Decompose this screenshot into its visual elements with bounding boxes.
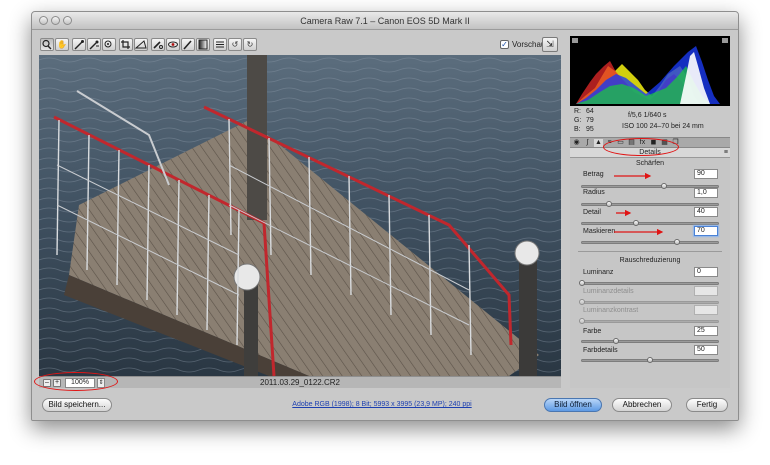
rgb-readout: R: G: B: 64 79 95 f/5,6 1/640 s ISO 100 … [570, 106, 730, 136]
red-eye-icon[interactable] [166, 38, 180, 51]
spot-removal-icon[interactable] [151, 38, 165, 51]
color-slider[interactable] [581, 338, 719, 344]
status-bar: – + 100% ⇕ 2011.03.29_0122.CR2 [39, 376, 561, 388]
tab-hsl-icon[interactable]: ≡ [605, 139, 614, 147]
slider-label: Luminanzdetails [583, 288, 634, 295]
radius-value-field[interactable]: 1,0 [694, 188, 718, 198]
detail-slider[interactable] [581, 220, 719, 226]
save-image-button[interactable]: Bild speichern... [42, 398, 112, 412]
slider-label: Farbdetails [583, 347, 618, 354]
detail-value-field[interactable]: 40 [694, 207, 718, 217]
panel-tabs: ◉ ∫ ▲ ≡ ▭ ▤ fx ◼ ▦ ❐ [570, 137, 730, 148]
masking-slider[interactable] [581, 239, 719, 245]
white-balance-icon[interactable] [72, 38, 86, 51]
slider-thumb[interactable] [647, 357, 653, 363]
graduated-filter-icon[interactable] [196, 38, 210, 51]
window-title: Camera Raw 7.1 – Canon EOS 5D Mark II [300, 16, 470, 26]
tab-camera-calibration-icon[interactable]: ◼ [649, 139, 658, 147]
slider-thumb[interactable] [633, 220, 640, 226]
color-sampler-icon[interactable] [87, 38, 101, 51]
aperture-shutter: f/5,6 1/640 s [628, 112, 667, 119]
straighten-icon[interactable] [134, 38, 148, 51]
section-divider [578, 251, 722, 252]
slider-thumb[interactable] [674, 239, 681, 245]
slider-thumb [579, 299, 585, 305]
tab-effects-icon[interactable]: fx [638, 139, 647, 147]
details-panel: Schärfen Betrag 90 Radius 1,0 Detail 40 … [570, 158, 730, 388]
amount-value-field[interactable]: 90 [694, 169, 718, 179]
slider-thumb[interactable] [579, 280, 585, 286]
hand-icon[interactable]: ✋ [55, 38, 69, 51]
slider-label: Maskieren [583, 228, 616, 235]
slider-label: Detail [583, 209, 601, 216]
tab-tone-curve-icon[interactable]: ∫ [583, 139, 592, 147]
color-detail-value-field[interactable]: 50 [694, 345, 718, 355]
tab-basic-icon[interactable]: ◉ [572, 139, 581, 147]
tab-lens-icon[interactable]: ▤ [627, 139, 636, 147]
slider-thumb [579, 318, 585, 324]
noise-section-title: Rauschreduzierung [619, 257, 681, 264]
crop-icon[interactable] [119, 38, 133, 51]
tab-snapshots-icon[interactable]: ❐ [671, 139, 680, 147]
open-image-button[interactable]: Bild öffnen [544, 398, 602, 412]
tab-presets-icon[interactable]: ▦ [660, 139, 669, 147]
color-detail-slider[interactable] [581, 357, 719, 363]
adjustment-brush-icon[interactable] [181, 38, 195, 51]
color-value-field[interactable]: 25 [694, 326, 718, 336]
luminance-slider[interactable] [579, 280, 719, 286]
slider-label: Betrag [583, 171, 604, 178]
filename-label: 2011.03.29_0122.CR2 [260, 378, 340, 387]
cancel-button[interactable]: Abbrechen [612, 398, 672, 412]
slider-label: Farbe [583, 328, 602, 335]
slider-label: Luminanz [583, 269, 614, 276]
camera-raw-window: Camera Raw 7.1 – Canon EOS 5D Mark II ✋ [31, 11, 739, 421]
luminance-value-field[interactable]: 0 [694, 267, 718, 277]
panel-menu-icon[interactable]: ≡ [724, 148, 728, 157]
sharpen-section-title: Schärfen [635, 160, 665, 167]
panel-title: Details ≡ [570, 148, 730, 158]
pier-photo [39, 55, 561, 376]
workflow-options-link[interactable]: Adobe RGB (1998); 8 Bit; 5993 x 3995 (23… [282, 401, 482, 408]
preferences-icon[interactable] [213, 38, 227, 51]
fullscreen-toggle-icon[interactable]: ⇲ [542, 37, 558, 52]
slider-thumb[interactable] [660, 183, 667, 189]
slider-thumb[interactable] [613, 338, 619, 344]
done-button[interactable]: Fertig [686, 398, 728, 412]
target-adjust-icon[interactable] [102, 38, 116, 51]
slider-label: Radius [583, 189, 605, 196]
green-value: 79 [586, 117, 594, 124]
slider-label: Luminanzkontrast [583, 307, 639, 314]
iso-lens: ISO 100 24–70 bei 24 mm [622, 123, 704, 130]
red-value: 64 [586, 108, 594, 115]
tab-details-icon[interactable]: ▲ [594, 139, 603, 147]
slider-thumb[interactable] [606, 201, 613, 207]
tool-bar: ✋ ↺ ↻ ✓ Vorschau ⇲ [38, 36, 562, 54]
masking-value-field[interactable]: 70 [694, 226, 718, 236]
preview-checkbox[interactable]: ✓ [500, 40, 509, 49]
highlight-clip-indicator[interactable] [722, 38, 728, 43]
rotate-right-icon[interactable]: ↻ [243, 38, 257, 51]
zoom-icon[interactable] [40, 38, 54, 51]
luminance-detail-slider [579, 299, 719, 305]
image-preview[interactable] [39, 55, 561, 376]
radius-slider[interactable] [581, 201, 719, 207]
luminance-detail-value-field [694, 286, 718, 296]
blue-value: 95 [586, 126, 594, 133]
luminance-contrast-value-field [694, 305, 718, 315]
bottom-bar: Bild speichern... Adobe RGB (1998); 8 Bi… [32, 389, 738, 420]
tab-split-toning-icon[interactable]: ▭ [616, 139, 625, 147]
title-bar[interactable]: Camera Raw 7.1 – Canon EOS 5D Mark II [32, 12, 738, 30]
shadow-clip-indicator[interactable] [572, 38, 578, 43]
rotate-left-icon[interactable]: ↺ [228, 38, 242, 51]
preview-label: Vorschau [512, 40, 546, 49]
luminance-contrast-slider [579, 318, 719, 324]
histogram [570, 36, 730, 106]
